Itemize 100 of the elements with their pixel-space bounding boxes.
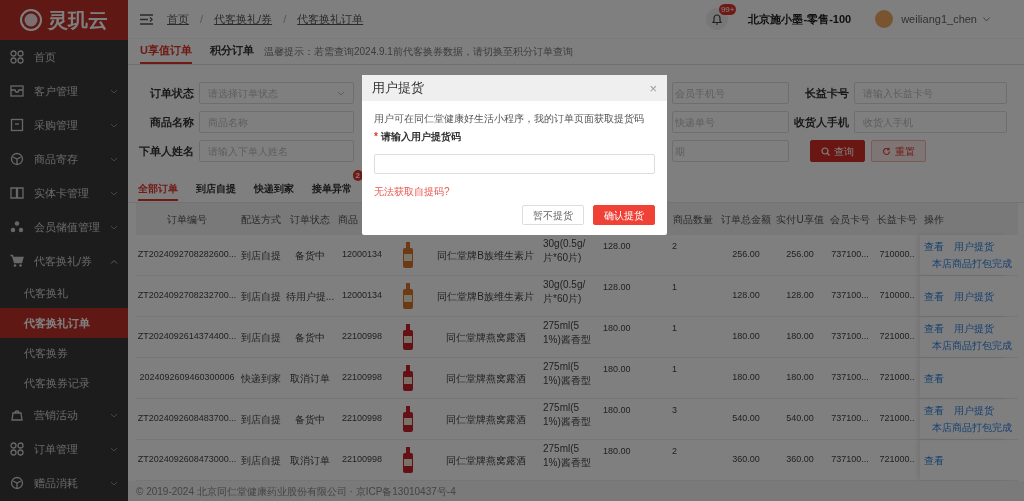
action-link[interactable]: 本店商品打包完成 [932, 338, 1012, 353]
caret-icon [983, 16, 990, 22]
table-cell-text: 同仁堂牌B族维生素片 [436, 248, 535, 263]
book-icon [10, 186, 24, 200]
help-link[interactable]: 无法获取自提码? [374, 184, 450, 199]
table-cell-text: 到店自提 [240, 453, 282, 468]
notification-badge: 99+ [718, 4, 737, 15]
table-cell-text: 同仁堂牌燕窝露酒 [444, 330, 527, 345]
confirm-button[interactable]: 确认提货 [593, 205, 655, 225]
table-cell-text: 到店自提 [240, 289, 282, 304]
table-cell-text: 到店自提 [240, 330, 282, 345]
table-cell-text: ZT2024092614374400... [136, 330, 238, 344]
refresh-icon [881, 146, 891, 156]
table-cell-text: 540.00 [785, 412, 815, 426]
logo-text: 灵玑云 [48, 8, 108, 33]
sidebar-item[interactable]: 会员储值管理 [0, 210, 128, 244]
sidebar-item[interactable]: 实体卡管理 [0, 176, 128, 210]
box-icon [10, 118, 24, 132]
sidebar-subitem[interactable]: 代客换券记录 [0, 368, 128, 398]
cube-icon [10, 152, 24, 166]
menu-icon [140, 13, 153, 25]
column-header: 订单编号 [166, 212, 208, 227]
action-link[interactable]: 查看 [924, 321, 944, 336]
action-link[interactable]: 查看 [924, 288, 944, 304]
breadcrumb-link[interactable]: 代客换礼/券 [214, 10, 273, 28]
order-tab[interactable]: 全部订单 [138, 177, 178, 201]
table-cell-text: 275ml(5 1%)酱香型 [543, 401, 592, 429]
action-link[interactable]: 用户提货 [954, 321, 994, 336]
breadcrumb-link[interactable]: 首页 [167, 10, 189, 28]
grid-icon [10, 50, 24, 64]
table-cell-text: 1 [671, 281, 678, 294]
user-name[interactable]: weiliang1_chen [901, 10, 977, 28]
action-link[interactable]: 查看 [924, 370, 944, 386]
cube-icon [10, 476, 24, 490]
cancel-button[interactable]: 暂不提货 [522, 205, 584, 225]
column-header: 实付U享值 [775, 212, 825, 227]
search-button[interactable]: 查询 [810, 140, 865, 162]
sidebar-item[interactable]: 代客换礼/券 [0, 244, 128, 278]
table-cell-text: 710000.. [878, 248, 916, 262]
action-link[interactable]: 用户提货 [954, 239, 994, 254]
table-cell-text: 同仁堂牌燕窝露酒 [444, 453, 527, 468]
action-link[interactable]: 本店商品打包完成 [932, 256, 1012, 271]
action-link[interactable]: 用户提货 [954, 288, 994, 304]
table-cell-text: 721000.. [878, 371, 916, 385]
table-cell-text: 275ml(5 1%)酱香型 [543, 360, 592, 388]
sidebar-item[interactable]: 赠品消耗 [0, 466, 128, 500]
column-header: 商品 [337, 212, 359, 227]
table-cell-text: 180.00 [785, 330, 815, 344]
sidebar-item[interactable]: 营销活动 [0, 398, 128, 432]
table-cell-text: 22100998 [340, 412, 383, 426]
table-cell-text: 12000134 [340, 289, 383, 303]
close-button[interactable]: × [649, 81, 657, 95]
bag-icon [10, 408, 24, 422]
order-tab[interactable]: 到店自提 [196, 177, 236, 201]
sidebar-subitem[interactable]: 代客换礼订单 [0, 308, 128, 338]
table-cell-text: 同仁堂牌燕窝露酒 [444, 371, 527, 386]
filter-label: 长益卡号 [804, 85, 849, 101]
sidebar-item[interactable]: 订单管理 [0, 432, 128, 466]
sidebar-item[interactable]: 商品寄存 [0, 142, 128, 176]
subtab[interactable]: 积分订单 [209, 39, 254, 64]
action-link[interactable]: 查看 [924, 239, 944, 254]
breadcrumb-link[interactable]: 代客换礼订单 [297, 10, 364, 28]
table-cell-text: 540.00 [731, 412, 761, 426]
table-cell-text: 2 [671, 240, 678, 253]
table-cell-text: 737100... [830, 453, 870, 467]
order-tab[interactable]: 快递到家 [254, 177, 294, 201]
avatar [875, 10, 894, 28]
table-cell-text: 同仁堂牌B族维生素片 [436, 289, 535, 304]
filter-label: 商品名称 [149, 114, 194, 130]
people-icon [10, 220, 24, 234]
sidebar-subitem[interactable]: 代客换券 [0, 338, 128, 368]
tray-icon [10, 84, 24, 98]
table-cell-text: 737100... [830, 412, 870, 426]
sidebar-item[interactable]: 采购管理 [0, 108, 128, 142]
dialog-title: 用户提货 [372, 79, 424, 98]
table-cell-text: 22100998 [340, 371, 383, 385]
table-cell-text: 721000.. [878, 330, 916, 344]
table-cell-text: 2024092609460300006 [138, 371, 236, 385]
table-cell-text: 721000.. [878, 453, 916, 467]
action-link[interactable]: 查看 [924, 403, 944, 418]
table-cell-text: 275ml(5 1%)酱香型 [543, 442, 592, 470]
table-cell-text: ZT2024092708232700... [136, 289, 238, 303]
table-cell-text: 22100998 [340, 453, 383, 467]
sidebar-item[interactable]: 首页 [0, 40, 128, 74]
table-cell-text: 30g(0.5g/ 片*60片) [543, 278, 587, 306]
reset-button[interactable]: 重置 [870, 140, 926, 162]
filter-label: 下单人姓名 [138, 143, 194, 159]
action-link[interactable]: 查看 [924, 452, 944, 468]
table-cell-text: 737100... [830, 248, 870, 262]
table-cell-text: 256.00 [785, 248, 815, 262]
table-cell-text: 360.00 [731, 453, 761, 467]
sidebar-item[interactable]: 客户管理 [0, 74, 128, 108]
sidebar-subitem[interactable]: 代客换礼 [0, 278, 128, 308]
action-link[interactable]: 本店商品打包完成 [932, 420, 1012, 435]
table-cell-text: ZT2024092708282600... [136, 248, 238, 262]
action-link[interactable]: 用户提货 [954, 403, 994, 418]
pickup-code-field[interactable] [374, 154, 655, 174]
column-header: 会员卡号 [829, 212, 871, 227]
column-header: 长益卡号 [876, 212, 918, 227]
table-cell-text: 取消订单 [289, 371, 331, 386]
